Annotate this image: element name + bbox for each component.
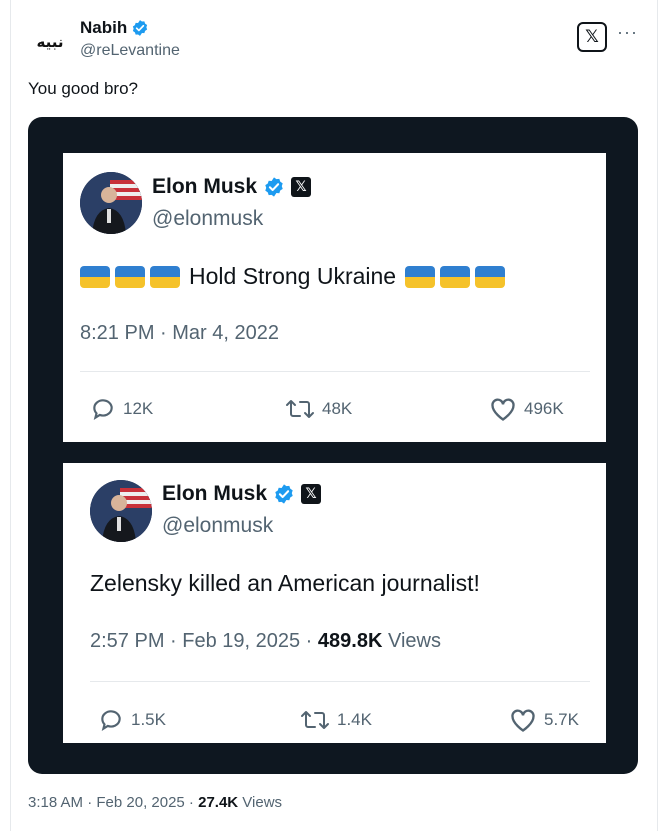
elon-avatar <box>80 172 142 234</box>
x-logo-button[interactable]: 𝕏 <box>577 22 607 52</box>
author-name-row[interactable]: Nabih <box>80 18 180 38</box>
author-handle[interactable]: @reLevantine <box>80 42 180 60</box>
embed-views-count: 489.8K <box>317 630 383 652</box>
embed-author-name: Elon Musk <box>152 175 258 198</box>
like-stat: 5.7K <box>509 707 579 733</box>
ukraine-flag-icon <box>115 265 145 288</box>
heart-icon <box>491 398 515 421</box>
author-avatar[interactable]: نبيه <box>30 22 70 62</box>
x-badge-icon: 𝕏 <box>301 484 322 504</box>
repost-count: 48K <box>322 399 353 418</box>
repost-stat: 1.4K <box>300 707 372 733</box>
divider <box>80 371 590 372</box>
embed-tweet-body: Zelensky killed an American journalist! <box>90 570 480 597</box>
ukraine-flag-icon <box>405 265 436 288</box>
avatar-photo <box>90 480 152 542</box>
tweet-media[interactable]: Elon Musk 𝕏 @elonmusk Hold Strong Ukrain… <box>28 117 638 774</box>
verified-badge-icon <box>265 177 283 197</box>
embed-timestamp: 8:21 PM · Mar 4, 2022 <box>80 322 279 344</box>
author-logo: نبيه <box>36 33 64 51</box>
embed-tweet-text: Zelensky killed an American journalist! <box>90 570 480 596</box>
embed-views-label: Views <box>382 630 441 652</box>
ukraine-flag-icon <box>475 265 506 288</box>
ukraine-flag-icon <box>150 265 180 288</box>
verified-badge-icon <box>133 20 148 36</box>
embed-author-handle: @elonmusk <box>152 207 264 230</box>
reply-count: 1.5K <box>131 710 166 729</box>
x-logo-icon: 𝕏 <box>585 27 599 47</box>
embed-author-handle: @elonmusk <box>162 514 274 537</box>
author-name[interactable]: Nabih <box>80 18 127 38</box>
heart-icon <box>511 709 535 732</box>
embed-author-name-row: Elon Musk 𝕏 <box>152 175 312 199</box>
embed-author-name-row: Elon Musk 𝕏 <box>162 482 322 506</box>
embed-author-name: Elon Musk <box>162 482 268 505</box>
ukraine-flag-icon <box>440 265 471 288</box>
like-count: 496K <box>524 399 564 418</box>
more-options-icon[interactable]: ··· <box>617 22 638 43</box>
reply-icon <box>101 710 121 732</box>
tweet-timestamp[interactable]: 3:18 AM · Feb 20, 2025 · <box>28 794 198 811</box>
repost-stat: 48K <box>285 396 352 422</box>
embed-tweet-body: Hold Strong Ukraine <box>80 263 506 290</box>
ukraine-flag-icon <box>80 265 110 288</box>
repost-icon <box>286 400 314 418</box>
avatar-photo <box>80 172 142 234</box>
embed-timestamp-row: 2:57 PM · Feb 19, 2025 · 489.8K Views <box>90 630 441 653</box>
tweet-text: You good bro? <box>28 79 138 98</box>
verified-badge-icon <box>275 484 293 504</box>
embedded-tweet-1: Elon Musk 𝕏 @elonmusk Hold Strong Ukrain… <box>63 153 606 442</box>
tweet-views-label: Views <box>238 794 283 811</box>
reply-icon <box>93 399 113 421</box>
reply-stat: 1.5K <box>98 707 166 733</box>
like-stat: 496K <box>489 396 564 422</box>
embedded-tweet-2: Elon Musk 𝕏 @elonmusk Zelensky killed an… <box>63 463 606 743</box>
repost-count: 1.4K <box>337 710 372 729</box>
divider <box>90 681 590 682</box>
repost-icon <box>301 711 329 729</box>
reply-stat: 12K <box>90 396 153 422</box>
tweet-views-count: 27.4K <box>198 794 239 811</box>
like-count: 5.7K <box>544 710 579 729</box>
elon-avatar <box>90 480 152 542</box>
tweet-footer: 3:18 AM · Feb 20, 2025 · 27.4K Views <box>28 794 282 811</box>
reply-count: 12K <box>123 399 154 418</box>
embed-tweet-text: Hold Strong Ukraine <box>189 263 397 289</box>
embed-timestamp: 2:57 PM · Feb 19, 2025 · <box>90 630 318 652</box>
author-block: Nabih @reLevantine <box>80 18 180 60</box>
x-badge-icon: 𝕏 <box>291 177 312 197</box>
